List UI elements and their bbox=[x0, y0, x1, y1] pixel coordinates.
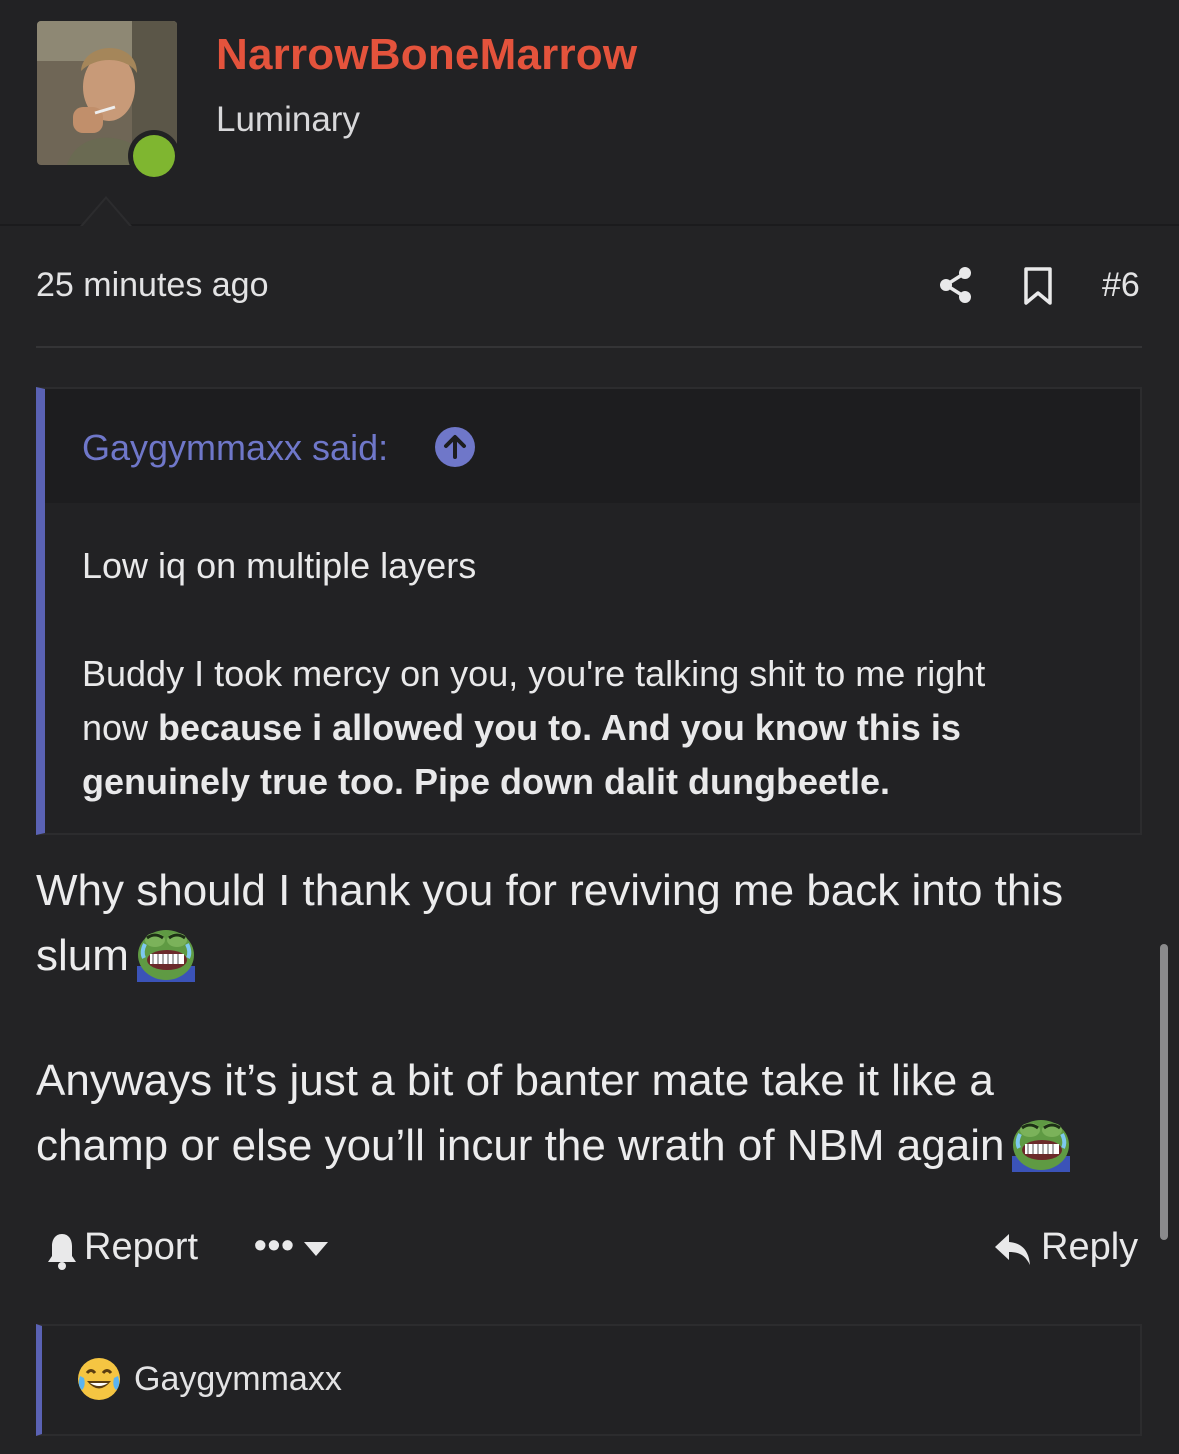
share-icon[interactable] bbox=[938, 266, 974, 304]
quote-text-bold: because i allowed you to. And you know t… bbox=[158, 707, 961, 748]
quote-author-link[interactable]: Gaygymmaxx said: bbox=[82, 427, 388, 469]
quote-text: Buddy I took mercy on you, you're talkin… bbox=[82, 653, 986, 694]
message-text: slum bbox=[36, 931, 129, 980]
quote-body: Low iq on multiple layers Buddy I took m… bbox=[82, 539, 1122, 809]
arrow-up-icon[interactable] bbox=[435, 427, 475, 467]
post-actions: Report ••• Reply bbox=[36, 1224, 1142, 1276]
reply-button[interactable]: Reply bbox=[1041, 1226, 1138, 1269]
post-number-link[interactable]: #6 bbox=[1102, 266, 1140, 305]
message-text: Anyways it’s just a bit of banter mate t… bbox=[36, 1056, 994, 1105]
chevron-down-icon[interactable] bbox=[304, 1242, 328, 1256]
reactions-bar[interactable]: Gaygymmaxx bbox=[36, 1324, 1142, 1436]
more-options-button[interactable]: ••• bbox=[254, 1224, 295, 1266]
pepe-crying-laughing-emoji bbox=[1012, 1120, 1071, 1172]
quote-text: Low iq on multiple layers bbox=[82, 545, 477, 586]
divider bbox=[36, 346, 1142, 348]
quote-block: Gaygymmaxx said: Low iq on multiple laye… bbox=[36, 387, 1142, 835]
quote-header: Gaygymmaxx said: bbox=[45, 389, 1140, 503]
quote-text-bold: genuinely true too. Pipe down dalit dung… bbox=[82, 761, 891, 802]
username[interactable]: NarrowBoneMarrow bbox=[216, 30, 637, 80]
post-user-header: NarrowBoneMarrow Luminary bbox=[0, 0, 1179, 227]
user-title: Luminary bbox=[216, 100, 360, 139]
bookmark-icon[interactable] bbox=[1022, 266, 1054, 306]
scrollbar[interactable] bbox=[1160, 944, 1168, 1240]
reaction-user-link[interactable]: Gaygymmaxx bbox=[134, 1360, 342, 1399]
face-with-tears-of-joy-icon bbox=[78, 1358, 120, 1400]
report-button[interactable]: Report bbox=[84, 1226, 198, 1269]
message-text: champ or else you’ll incur the wrath of … bbox=[36, 1121, 1005, 1170]
online-status-indicator bbox=[128, 130, 180, 182]
message-text: Why should I thank you for reviving me b… bbox=[36, 866, 1064, 915]
reply-icon[interactable] bbox=[994, 1232, 1032, 1268]
post-timestamp[interactable]: 25 minutes ago bbox=[36, 266, 269, 305]
bell-icon[interactable] bbox=[46, 1232, 78, 1270]
pepe-crying-laughing-emoji bbox=[136, 930, 195, 982]
quote-text: now because i allowed you to. And you kn… bbox=[82, 701, 1122, 755]
post-message: Why should I thank you for reviving me b… bbox=[36, 860, 1136, 1177]
message-text-line: champ or else you’ll incur the wrath of … bbox=[36, 1112, 1136, 1177]
post-meta-bar: 25 minutes ago #6 bbox=[36, 262, 1142, 312]
message-text-line: slum bbox=[36, 922, 1136, 987]
quote-text-plain: now bbox=[82, 707, 159, 748]
